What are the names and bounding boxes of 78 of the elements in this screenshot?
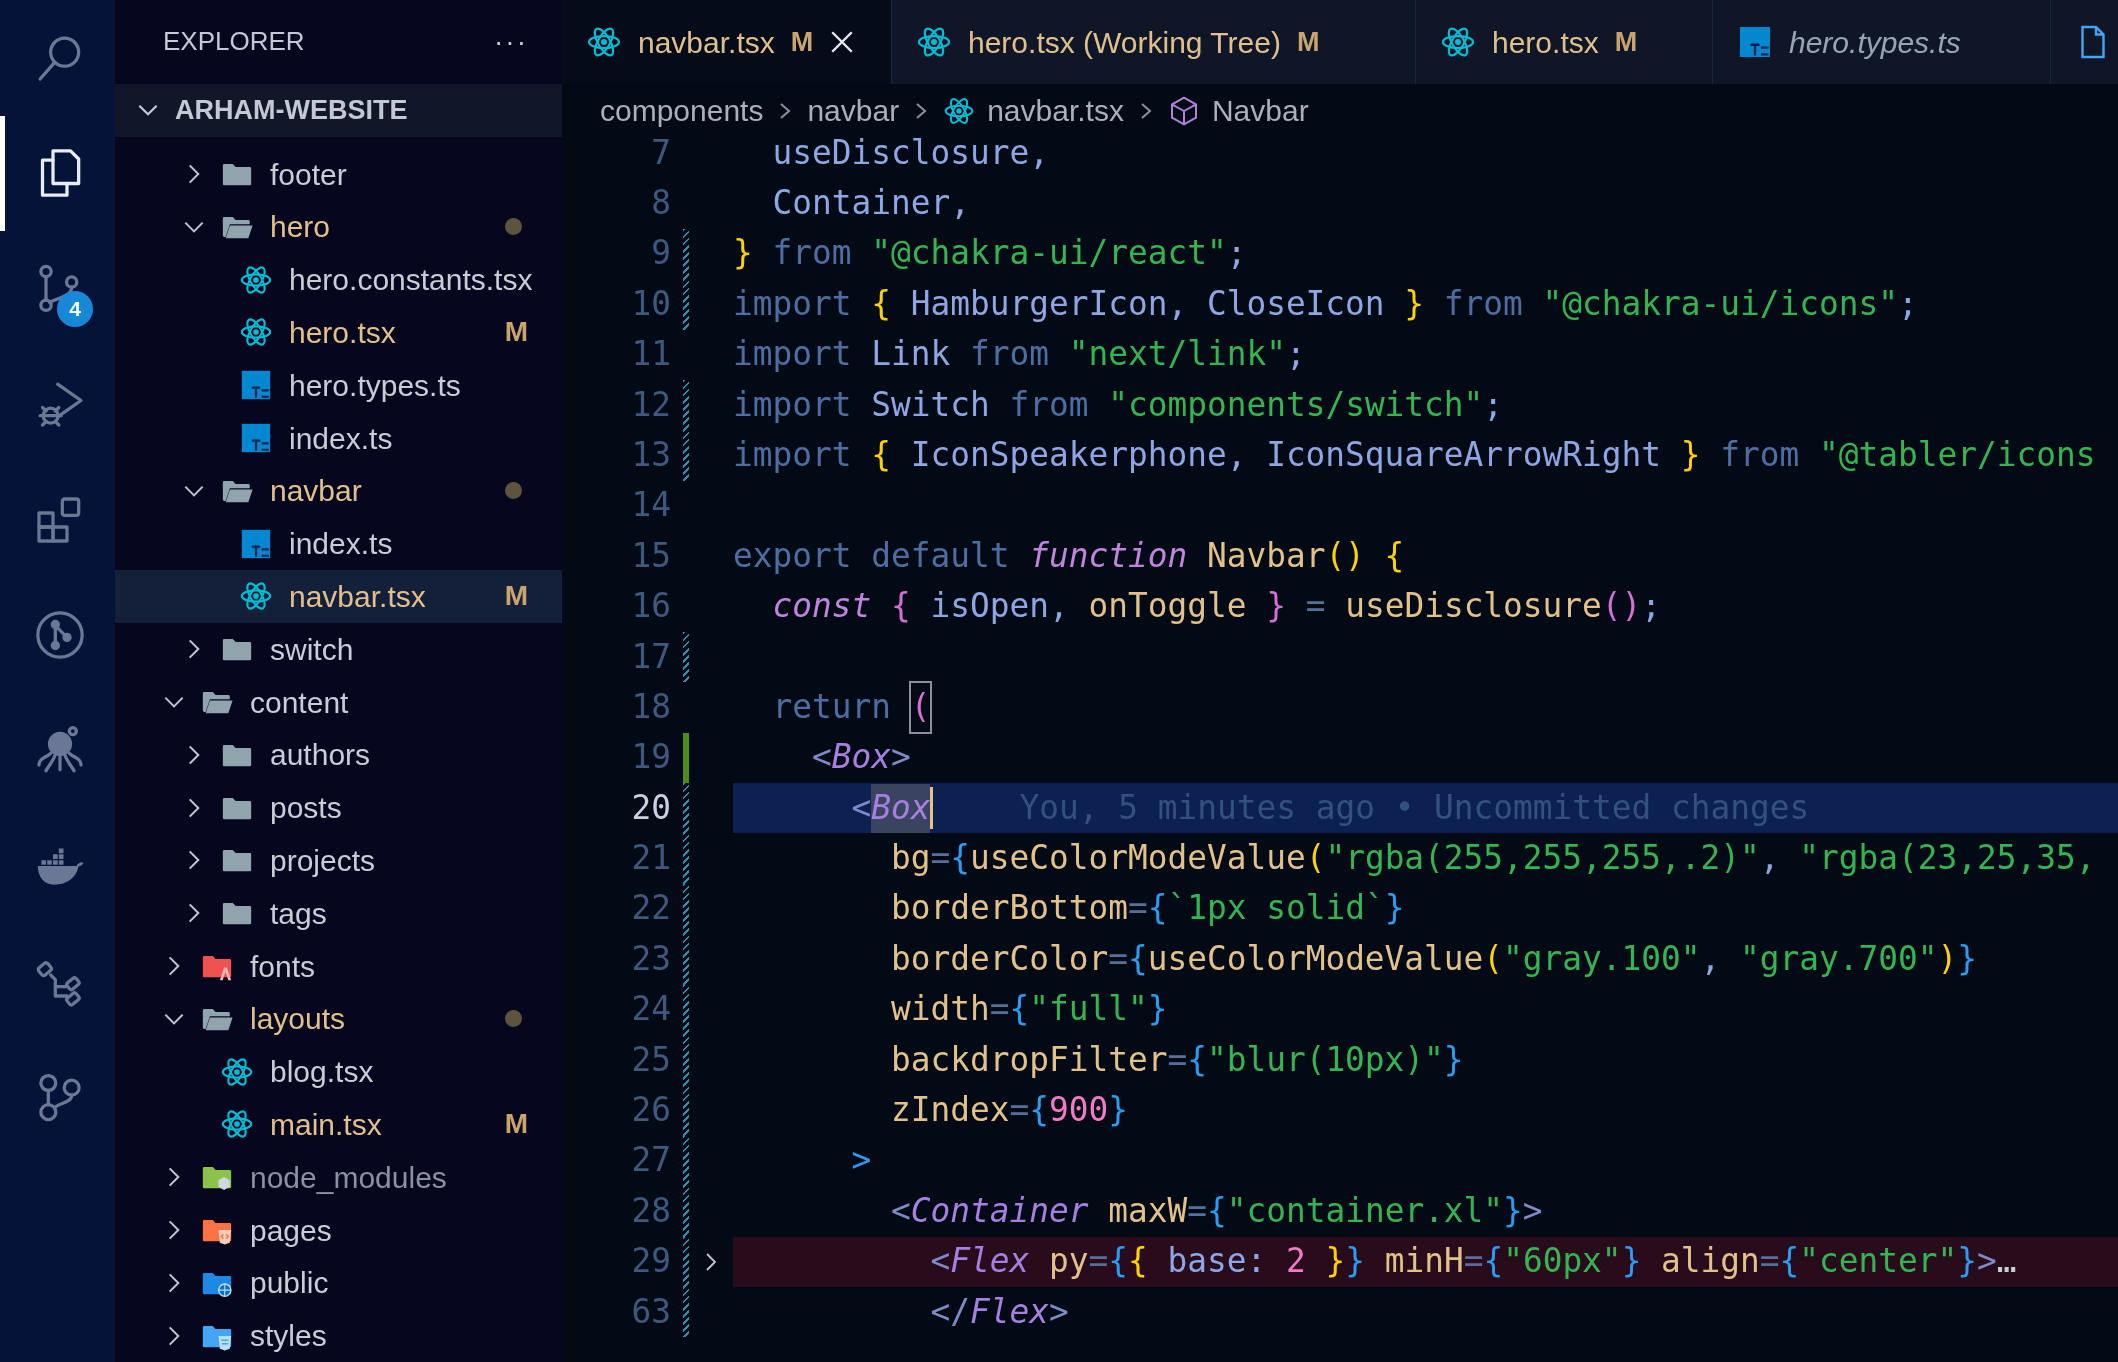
code-line: } from "@chakra-ui/react"; — [733, 233, 1248, 275]
line-number: 8 — [650, 183, 671, 224]
code-line: export default function Navbar() { — [733, 535, 1406, 577]
tree-item[interactable]: layouts — [115, 992, 562, 1046]
tree-item[interactable]: node_modules — [115, 1150, 562, 1204]
code-line: useDisclosure, — [771, 137, 1050, 174]
line-number: 28 — [630, 1190, 671, 1232]
line-number: 21 — [630, 838, 671, 880]
code-line: borderBottom={`1px solid`} — [889, 888, 1406, 930]
line-number: 12 — [630, 384, 671, 426]
tree-item[interactable]: hero — [115, 200, 562, 254]
breadcrumb-item[interactable]: navbar — [807, 88, 900, 133]
line-number: 9 — [650, 233, 671, 275]
line-number: 13 — [630, 434, 671, 476]
code-line: Container, — [771, 183, 971, 224]
code-line: <Container maxW={"container.xl"}> — [889, 1190, 1544, 1232]
tree-item[interactable]: projects — [115, 834, 562, 887]
code-line: zIndex={900} — [889, 1090, 1129, 1131]
tree-item[interactable]: navbar — [115, 464, 562, 518]
line-number: 26 — [630, 1090, 671, 1131]
code-line: import { HamburgerIcon, CloseIcon } from "@chakra-ui/icons"; — [733, 283, 1919, 325]
code-line: borderColor={useColorModeValue("gray.100", "gray.700")} — [889, 938, 1979, 980]
workspace-header[interactable]: ARHAM-WEBSITE — [115, 83, 562, 137]
code-line: import Switch from "components/switch"; — [733, 384, 1505, 426]
line-number: 10 — [630, 283, 671, 325]
line-number: 17 — [630, 636, 671, 678]
line-number: 7 — [650, 137, 671, 174]
tree-item[interactable]: hero.types.ts — [115, 358, 562, 412]
line-number: 11 — [630, 334, 671, 376]
tree-item[interactable]: navbar.tsx M — [115, 570, 562, 623]
line-number: 19 — [630, 737, 671, 779]
more-actions-button[interactable]: ··· — [494, 20, 528, 63]
line-number: 16 — [630, 586, 671, 628]
tree-item[interactable]: authors — [115, 728, 562, 782]
tree-item[interactable]: blog.tsx — [115, 1045, 562, 1098]
line-number: 25 — [630, 1039, 671, 1081]
tree-item[interactable]: switch — [115, 622, 562, 676]
code-line: import Link from "next/link"; — [733, 334, 1307, 376]
editor-tab[interactable]: navbar.tsx M — [562, 0, 892, 84]
line-number: 20 — [630, 787, 671, 829]
activity-button[interactable]: 4 — [0, 231, 115, 347]
line-number: 14 — [630, 485, 671, 527]
breadcrumb-item[interactable]: navbar.tsx — [943, 88, 1124, 133]
tree-item[interactable]: main.tsx M — [115, 1098, 562, 1151]
count-badge: 4 — [57, 291, 93, 327]
code-line: return ( — [733, 682, 2118, 733]
line-number: 63 — [630, 1291, 671, 1333]
tree-item[interactable]: styles — [115, 1309, 562, 1362]
sidebar-title: EXPLORER — [163, 25, 305, 59]
tree-item[interactable]: fonts — [115, 939, 562, 993]
code-line: > — [850, 1140, 873, 1182]
breadcrumb-item[interactable]: Navbar — [1167, 88, 1309, 133]
breadcrumb-item[interactable]: components — [600, 88, 764, 133]
typescript-file-icon — [1737, 24, 1773, 60]
code-line: const { isOpen, onToggle } = useDisclosure(); — [771, 586, 1663, 628]
line-number: 23 — [630, 938, 671, 980]
tree-item[interactable]: posts — [115, 781, 562, 835]
tree-item[interactable]: hero.constants.tsx — [115, 253, 562, 307]
tree-item[interactable]: hero.tsx M — [115, 306, 562, 359]
code-line: bg={useColorModeValue("rgba(255,255,255,.2)", "rgba(23,25,35, — [889, 838, 2097, 880]
line-number: 22 — [630, 888, 671, 930]
code-line: backdropFilter={"blur(10px)"} — [889, 1039, 1465, 1081]
tree-item[interactable]: index.ts — [115, 517, 562, 571]
tree-item[interactable]: footer — [115, 147, 562, 201]
line-number: 18 — [630, 686, 671, 728]
line-number: 29 — [630, 1241, 671, 1283]
code-line: width={"full"} — [889, 989, 1169, 1031]
tree-item[interactable]: pages — [115, 1203, 562, 1257]
code-line: <Box> — [810, 737, 912, 779]
tree-item[interactable]: tags — [115, 886, 562, 940]
line-number: 27 — [630, 1140, 671, 1182]
code-line: import { IconSpeakerphone, IconSquareArrowRight } from "@tabler/icons — [733, 434, 2097, 476]
tree-item[interactable]: content — [115, 675, 562, 729]
code-line: </Flex> — [929, 1291, 1070, 1333]
line-number: 24 — [630, 989, 671, 1031]
tree-item[interactable]: index.ts — [115, 411, 562, 465]
line-number: 15 — [630, 535, 671, 577]
tree-item[interactable]: public — [115, 1256, 562, 1310]
